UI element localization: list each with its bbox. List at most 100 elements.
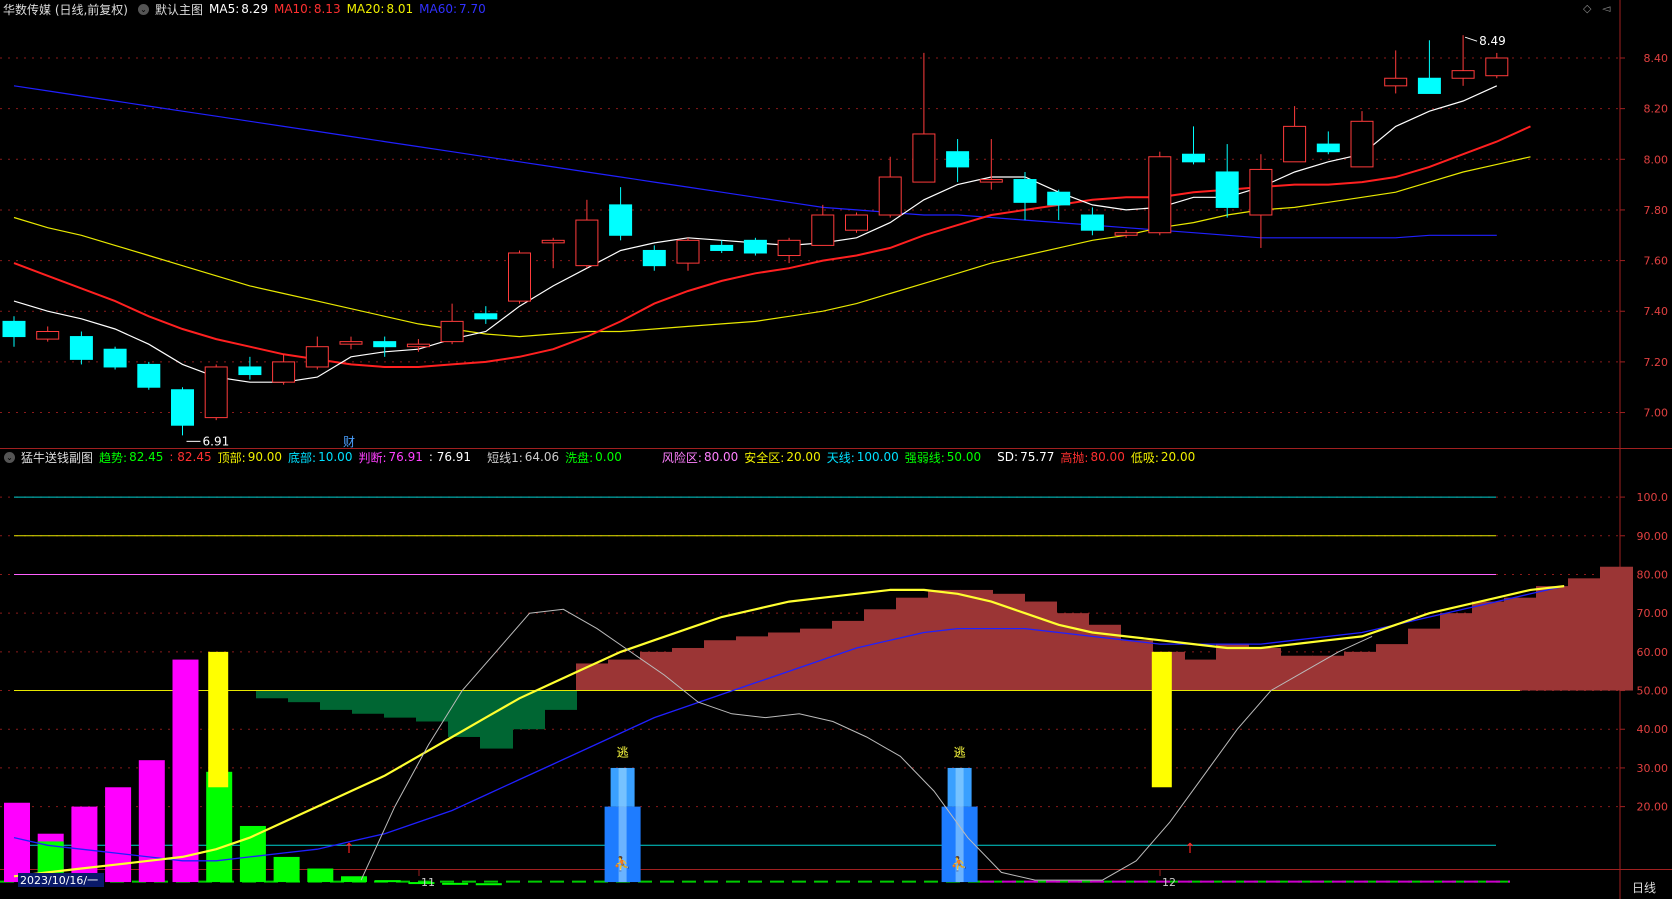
candle-body[interactable]	[743, 239, 767, 254]
candle-body[interactable]	[1080, 214, 1104, 231]
green-bar	[239, 825, 266, 883]
price-axis-label: 8.40	[1644, 52, 1669, 65]
candle-body[interactable]	[878, 176, 902, 216]
ma5-value: 8.29	[241, 2, 268, 16]
candle-body[interactable]	[204, 366, 228, 419]
sky-value: 100.00	[856, 450, 899, 464]
sky-label: 天线:	[826, 450, 855, 465]
candle-body[interactable]	[440, 320, 464, 343]
candle-body[interactable]	[609, 204, 633, 236]
green-area-step	[544, 690, 577, 710]
bottom-label: 底部:	[288, 450, 317, 465]
candle-body[interactable]	[373, 341, 397, 348]
sd-label: SD:	[997, 450, 1019, 464]
candle-body[interactable]	[1316, 143, 1340, 153]
red-area-step	[800, 628, 833, 691]
candle-body[interactable]	[1249, 168, 1273, 216]
wash-value: 0.00	[595, 450, 622, 464]
date-axis-nov: 11	[421, 876, 435, 889]
candle-body[interactable]	[238, 366, 262, 376]
candle-body[interactable]	[676, 239, 700, 264]
green-bar	[341, 876, 367, 883]
candle-body[interactable]	[642, 249, 666, 267]
ma10-value: 8.13	[313, 2, 341, 16]
candle-body[interactable]	[541, 239, 565, 244]
magenta-bar	[71, 806, 98, 883]
candle-body[interactable]	[1485, 57, 1509, 77]
candle-body[interactable]	[777, 239, 801, 257]
candle-body[interactable]	[710, 244, 734, 251]
candle-body[interactable]	[1384, 77, 1408, 87]
candle-body[interactable]	[1283, 125, 1307, 163]
candle-body[interactable]	[474, 313, 498, 320]
candle-body[interactable]	[406, 343, 430, 348]
candle-body[interactable]	[979, 179, 1003, 183]
view-selector[interactable]: 默认主图	[155, 1, 203, 18]
candle-body[interactable]	[36, 331, 60, 340]
high-value: 80.00	[1090, 450, 1125, 464]
red-area-step	[864, 609, 897, 691]
candle-body[interactable]	[508, 252, 531, 302]
candle-body[interactable]	[845, 214, 868, 231]
candle-body[interactable]	[811, 214, 835, 246]
safe-label: 安全区:	[744, 450, 785, 465]
osc-axis-label: 100.0	[1637, 491, 1669, 504]
candle-body[interactable]	[272, 361, 296, 383]
period-selector: 日线	[1632, 881, 1656, 895]
green-area-step	[416, 690, 449, 722]
osc-axis-label: 70.00	[1637, 607, 1669, 620]
strong-value: 50.00	[946, 450, 982, 464]
candle-body[interactable]	[1013, 179, 1037, 203]
red-area-step	[768, 632, 801, 691]
diamond-icon[interactable]: ◇	[1583, 2, 1591, 15]
ma20-label: MA20:	[346, 2, 385, 16]
red-area-step	[896, 597, 929, 691]
date-axis-dec: 12	[1162, 876, 1176, 889]
top-label: 顶部:	[217, 450, 246, 465]
ma10-label: MA10:	[273, 2, 312, 16]
candle-body[interactable]	[1417, 77, 1441, 94]
candle-body[interactable]	[339, 341, 363, 345]
candle-body[interactable]	[1148, 156, 1172, 234]
chevron-down-icon[interactable]: ⌄	[138, 3, 149, 15]
candle-body[interactable]	[575, 219, 599, 267]
candle-body[interactable]	[137, 363, 161, 388]
judge-value: 76.91	[388, 450, 423, 464]
candle-body[interactable]	[1350, 120, 1374, 168]
escape-signal-label: 逃	[954, 745, 966, 759]
strong-label: 强弱线:	[904, 450, 945, 465]
green-area-step	[480, 690, 513, 749]
red-area-step	[1344, 651, 1377, 691]
magenta-bar	[172, 659, 199, 883]
green-bar	[273, 856, 300, 883]
red-area-step	[1184, 659, 1217, 691]
green-area-step	[320, 690, 353, 710]
chevron-down-icon[interactable]: ⌄	[4, 451, 15, 463]
ma60-value: 7.70	[459, 2, 486, 16]
green-area-step	[288, 690, 321, 703]
candle-body[interactable]	[1114, 232, 1138, 236]
trend-value-2: : 82.45	[169, 450, 212, 464]
candle-body[interactable]	[305, 346, 329, 368]
red-area-step	[1408, 628, 1441, 691]
candle-body[interactable]	[103, 348, 127, 368]
candle-body[interactable]	[2, 320, 26, 338]
candle-body[interactable]	[171, 389, 194, 426]
red-area-step	[832, 620, 865, 691]
finance-event-marker: 财	[343, 435, 355, 449]
candle-body[interactable]	[1215, 171, 1239, 208]
price-axis-label: 7.00	[1644, 407, 1669, 420]
candle-body[interactable]	[1451, 70, 1475, 79]
candle-body[interactable]	[912, 133, 936, 183]
stock-title[interactable]: 华数传媒 (日线,前复权)	[3, 1, 128, 18]
candle-body[interactable]	[69, 336, 93, 360]
buy-arrow-icon: ↑	[1184, 841, 1196, 857]
menu-icon[interactable]: ◅	[1602, 2, 1610, 15]
candle-body[interactable]	[1047, 191, 1071, 206]
sub-chart-header: ⌄ 猛牛送钱副图 趋势: 82.45 : 82.45 顶部: 90.00 底部:…	[0, 448, 1201, 466]
candle-body[interactable]	[1182, 153, 1205, 163]
indicator-name[interactable]: 猛牛送钱副图	[21, 449, 93, 466]
candle-body[interactable]	[946, 151, 970, 168]
green-bar	[442, 882, 469, 885]
red-area-step	[1248, 647, 1281, 691]
